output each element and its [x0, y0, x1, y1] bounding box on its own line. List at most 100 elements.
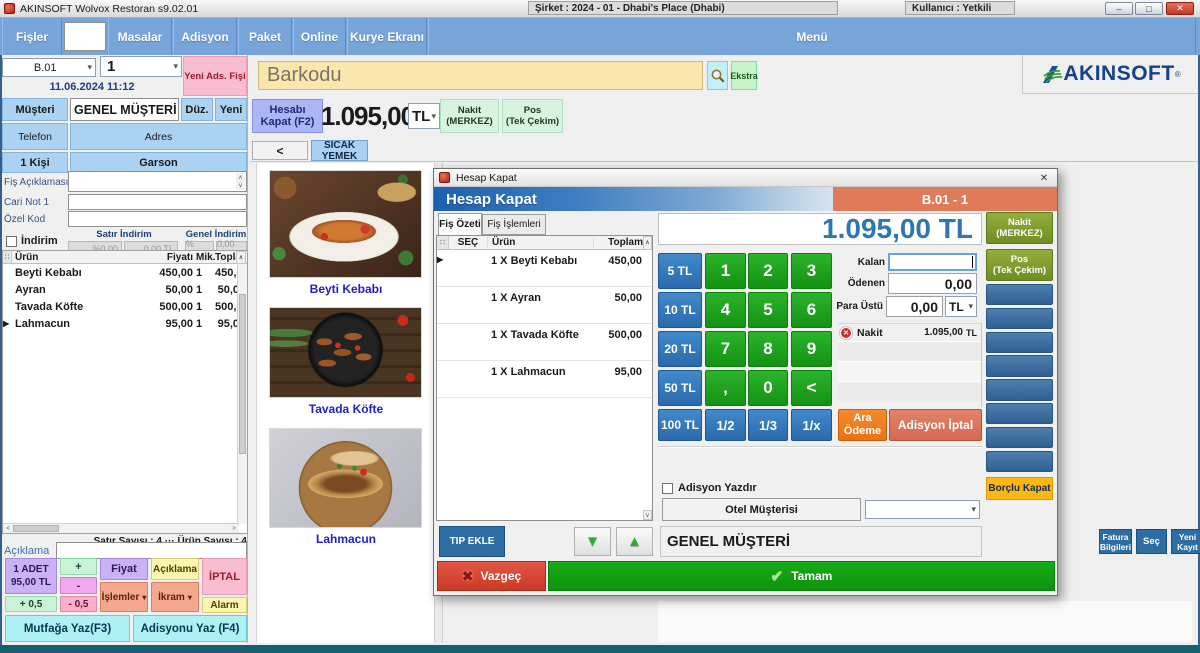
- side-payment-button-empty[interactable]: [986, 332, 1053, 353]
- numpad-5-key[interactable]: 5: [748, 292, 788, 328]
- close-account-button[interactable]: Hesabı Kapat (F2): [252, 99, 323, 133]
- quantity-button[interactable]: 1 ADET 95,00 TL: [5, 558, 57, 594]
- phone-button[interactable]: Telefon: [2, 123, 68, 150]
- table-row[interactable]: Beyti Kebabı450,001450,0: [3, 264, 247, 281]
- table-select[interactable]: B.01 ▾: [2, 58, 96, 77]
- col-total[interactable]: Topla: [215, 252, 236, 263]
- waiter-button[interactable]: Garson: [70, 152, 247, 173]
- move-down-button[interactable]: ▼: [574, 527, 611, 556]
- side-pos-button[interactable]: Pos (Tek Çekim): [986, 249, 1053, 281]
- address-button[interactable]: Adres: [70, 123, 247, 150]
- side-payment-button-empty[interactable]: [986, 355, 1053, 376]
- comment-input[interactable]: [56, 542, 247, 559]
- numpad-8-key[interactable]: 8: [748, 331, 788, 367]
- numpad-4-key[interactable]: 4: [705, 292, 746, 328]
- para-ustu-currency-select[interactable]: TL ▾: [945, 296, 977, 317]
- tip-ekle-button[interactable]: TIP EKLE: [439, 526, 505, 557]
- scroll-left-icon[interactable]: <: [3, 524, 13, 533]
- persons-button[interactable]: 1 Kişi: [2, 152, 68, 173]
- menu-fisler[interactable]: Fişler: [2, 18, 62, 55]
- customer-new-button[interactable]: Yeni: [215, 98, 247, 121]
- vertical-scrollbar[interactable]: [237, 264, 247, 524]
- table-row[interactable]: Ayran50,00150,0: [3, 281, 247, 298]
- adisyon-yazdir-checkbox[interactable]: [662, 483, 673, 494]
- side-payment-button-empty[interactable]: [986, 451, 1053, 472]
- table-row-selected[interactable]: ▶Lahmacun95,00195,0: [3, 315, 247, 332]
- menu-paket[interactable]: Paket: [238, 18, 292, 55]
- category-back-button[interactable]: <: [252, 141, 308, 160]
- note-button[interactable]: Açıklama: [151, 558, 199, 580]
- numpad-2-key[interactable]: 2: [748, 253, 788, 289]
- order-print-button[interactable]: Adisyonu Yaz (F4): [133, 615, 247, 642]
- cancel-button[interactable]: İPTAL: [202, 558, 247, 595]
- numpad-backspace-key[interactable]: <: [791, 370, 832, 406]
- spinner-down-icon[interactable]: ∨: [236, 181, 245, 190]
- denom-50tl-key[interactable]: 50 TL: [658, 370, 702, 406]
- close-button[interactable]: ✕: [1166, 2, 1194, 15]
- fraction-third-key[interactable]: 1/3: [748, 409, 788, 441]
- col-sec[interactable]: SEÇ: [449, 237, 487, 248]
- col-price[interactable]: Fiyatı: [138, 252, 193, 263]
- payment-row[interactable]: ✕ Nakit 1.095,00 TL: [838, 324, 981, 341]
- search-button[interactable]: [707, 61, 728, 90]
- new-slip-button[interactable]: Yeni Ads. Fişi: [183, 56, 247, 96]
- sec-button[interactable]: Seç: [1136, 529, 1167, 554]
- move-up-button[interactable]: ▲: [616, 527, 653, 556]
- minus-half-button[interactable]: - 0,5: [60, 596, 97, 612]
- fatura-bilgileri-button[interactable]: Fatura Bilgileri: [1099, 529, 1132, 554]
- col-product[interactable]: Ürün: [12, 252, 138, 263]
- side-payment-button-empty[interactable]: [986, 284, 1053, 305]
- vazgec-button[interactable]: ✖ Vazgeç: [437, 561, 546, 591]
- plus-button[interactable]: +: [60, 558, 97, 575]
- price-button[interactable]: Fiyat: [100, 558, 148, 580]
- ara-odeme-button[interactable]: Ara Ödeme: [838, 409, 887, 441]
- table-row[interactable]: Tavada Köfte500,001500,0: [3, 298, 247, 315]
- special-code-input[interactable]: [68, 211, 247, 227]
- menu-adisyon[interactable]: Adisyon: [173, 18, 237, 55]
- account-note-input[interactable]: [68, 194, 247, 210]
- alarm-button[interactable]: Alarm: [202, 597, 247, 613]
- side-payment-button-empty[interactable]: [986, 403, 1053, 424]
- receipt-row[interactable]: ▶1 X Beyti Kebabı450,00: [437, 250, 652, 287]
- odenen-input[interactable]: 0,00: [888, 273, 977, 294]
- customer-input[interactable]: GENEL MÜŞTERİ: [70, 98, 179, 121]
- numpad-1-key[interactable]: 1: [705, 253, 746, 289]
- otel-musterisi-button[interactable]: Otel Müşterisi: [662, 498, 861, 521]
- side-payment-button-empty[interactable]: [986, 427, 1053, 448]
- col-total[interactable]: Toplam: [593, 237, 643, 248]
- product-image-tavada-kofte[interactable]: [269, 307, 422, 398]
- discount-checkbox[interactable]: [6, 236, 17, 247]
- col-product[interactable]: Ürün: [487, 237, 593, 248]
- horizontal-scrollbar[interactable]: < >: [3, 523, 239, 533]
- product-image-lahmacun[interactable]: [269, 428, 422, 528]
- treat-button[interactable]: İkram ▾: [151, 582, 199, 612]
- tab-fis-islemleri[interactable]: Fiş İşlemleri: [482, 214, 546, 235]
- menu-masalar[interactable]: Masalar: [108, 18, 172, 55]
- product-label[interactable]: Beyti Kebabı: [257, 282, 435, 296]
- minus-button[interactable]: -: [60, 577, 97, 594]
- kitchen-print-button[interactable]: Mutfağa Yaz(F3): [5, 615, 130, 642]
- currency-select[interactable]: TL ▾: [408, 103, 440, 129]
- borclu-kapat-button[interactable]: Borçlu Kapat: [986, 477, 1053, 500]
- yeni-kayit-button[interactable]: Yeni Kayıt: [1171, 529, 1200, 554]
- side-payment-button-empty[interactable]: [986, 379, 1053, 400]
- scroll-down-icon[interactable]: ∨: [643, 510, 652, 520]
- scroll-right-icon[interactable]: >: [229, 524, 239, 533]
- dialog-close-icon[interactable]: ✕: [1037, 171, 1051, 185]
- adisyon-iptal-button[interactable]: Adisyon İptal: [889, 409, 982, 441]
- scrollbar-thumb[interactable]: [239, 294, 246, 454]
- maximize-button[interactable]: □: [1135, 2, 1163, 15]
- receipt-row[interactable]: 1 X Ayran50,00: [437, 287, 652, 324]
- pos-payment-button[interactable]: Pos (Tek Çekim): [502, 99, 563, 133]
- customer-edit-button[interactable]: Düz.: [181, 98, 213, 121]
- menu-online[interactable]: Online: [293, 18, 346, 55]
- menu-menu[interactable]: Menü: [428, 18, 1196, 55]
- denom-20tl-key[interactable]: 20 TL: [658, 331, 702, 367]
- menu-kurye[interactable]: Kurye Ekranı: [347, 18, 427, 55]
- cash-payment-button[interactable]: Nakit (MERKEZ): [440, 99, 499, 133]
- menu-search-box[interactable]: [64, 22, 106, 51]
- receipt-row[interactable]: 1 X Lahmacun95,00: [437, 361, 652, 398]
- scrollbar-thumb[interactable]: [13, 525, 59, 532]
- product-label[interactable]: Lahmacun: [257, 532, 435, 546]
- receipt-row[interactable]: 1 X Tavada Köfte500,00: [437, 324, 652, 361]
